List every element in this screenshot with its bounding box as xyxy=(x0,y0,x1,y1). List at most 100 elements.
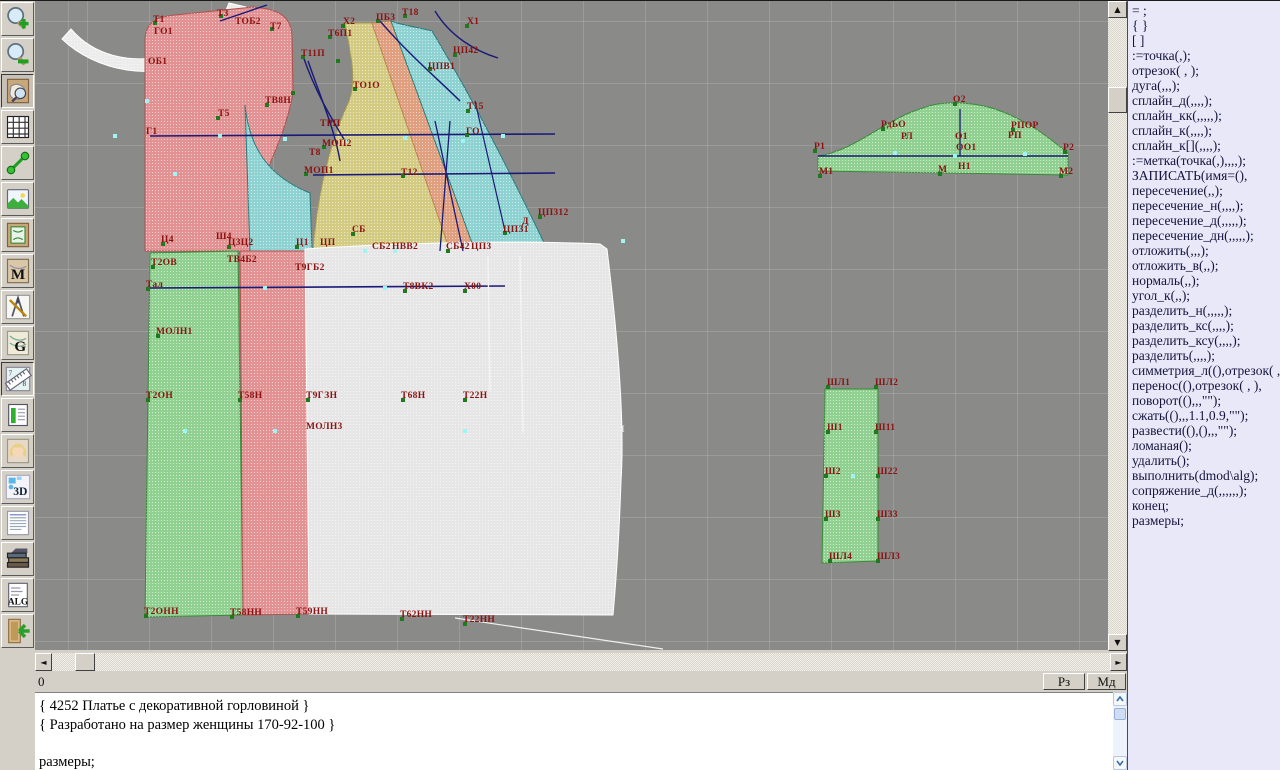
command-item[interactable]: сплайн_д(,,,,); xyxy=(1132,93,1280,108)
size-table-button[interactable] xyxy=(1,398,34,432)
zoom-out-icon xyxy=(4,41,32,69)
command-item[interactable]: сплайн_к[](,,,,); xyxy=(1132,138,1280,153)
command-item[interactable]: разделить_ксу(,,,,); xyxy=(1132,333,1280,348)
command-item[interactable]: размеры; xyxy=(1132,513,1280,528)
svg-text:Т11П: Т11П xyxy=(301,49,325,59)
command-item[interactable]: ломаная(); xyxy=(1132,438,1280,453)
command-item[interactable]: ЗАПИСАТЬ(имя=(), xyxy=(1132,168,1280,183)
svg-text:Т58Н: Т58Н xyxy=(238,391,263,401)
arrow-up-icon[interactable]: ▲ xyxy=(1108,1,1127,18)
canvas-horizontal-scrollbar[interactable]: ◄ ► xyxy=(35,653,1127,671)
command-item[interactable]: сжать((),,,1.1,0.9,""); xyxy=(1132,408,1280,423)
command-item[interactable]: отложить_в(,,); xyxy=(1132,258,1280,273)
command-item[interactable]: симметрия_л((),отрезок( , ), xyxy=(1132,363,1280,378)
pattern-m-button[interactable]: M xyxy=(1,254,34,288)
canvas-vertical-scrollbar[interactable]: ▲ ▼ xyxy=(1108,0,1127,650)
toolbar: M G87 3D ALG xyxy=(0,0,35,770)
command-item[interactable]: пересечение_н(,,,,); xyxy=(1132,198,1280,213)
code-editor[interactable]: { 4252 Платье с декоративной горловиной … xyxy=(35,692,1113,770)
svg-text:М2: М2 xyxy=(1059,167,1073,177)
pattern-g-button[interactable]: G xyxy=(1,326,34,360)
exit-button[interactable] xyxy=(1,614,34,648)
command-item[interactable]: нормаль(,,); xyxy=(1132,273,1280,288)
command-item[interactable]: :=точка(,); xyxy=(1132,48,1280,63)
command-item[interactable]: :=метка(точка(,),,,,); xyxy=(1132,153,1280,168)
arrow-down-icon[interactable] xyxy=(1113,756,1127,770)
command-item[interactable]: разделить_н(,,,,,); xyxy=(1132,303,1280,318)
rz-button[interactable]: Рз xyxy=(1043,673,1085,690)
command-item[interactable]: сопряжение_д(,,,,,,); xyxy=(1132,483,1280,498)
command-item[interactable]: сплайн_кк(,,,,,); xyxy=(1132,108,1280,123)
svg-text:Т1: Т1 xyxy=(153,15,165,25)
svg-text:Н1: Н1 xyxy=(958,162,971,172)
editor-scrollbar[interactable] xyxy=(1113,692,1127,770)
svg-text:О1: О1 xyxy=(955,132,968,142)
command-item[interactable]: пересечение_д(,,,,,); xyxy=(1132,213,1280,228)
ruler-button[interactable]: 87 xyxy=(1,362,34,396)
pattern-sheet-button[interactable] xyxy=(1,218,34,252)
arrow-down-icon[interactable]: ▼ xyxy=(1108,634,1127,651)
draw-tools-button[interactable] xyxy=(1,290,34,324)
command-item[interactable]: разделить(,,,,); xyxy=(1132,348,1280,363)
command-item[interactable]: = ; xyxy=(1132,3,1280,18)
svg-text:Ш3: Ш3 xyxy=(825,510,841,520)
svg-text:РПОР: РПОР xyxy=(1011,121,1039,131)
grid-button[interactable] xyxy=(1,110,34,144)
svg-text:Ш22: Ш22 xyxy=(877,467,898,477)
svg-text:ШЛ1: ШЛ1 xyxy=(827,378,850,388)
command-item[interactable]: конец; xyxy=(1132,498,1280,513)
command-item[interactable]: пересечение_дн(,,,,,); xyxy=(1132,228,1280,243)
alg-document-button[interactable]: ALG xyxy=(1,578,34,612)
pattern-canvas[interactable]: Т1ГО1ОБ1Т3ТОБ2Т7Т5Г1ТВ8НХ2Т6П1Т11ППБ3Т18… xyxy=(35,1,1108,650)
command-item[interactable]: выполнить(dmod\alg); xyxy=(1132,468,1280,483)
command-panel: = ;{ }[ ]:=точка(,);отрезок( , );дуга(,,… xyxy=(1127,0,1280,770)
svg-text:Ш2: Ш2 xyxy=(825,467,841,477)
command-item[interactable]: угол_к(,,); xyxy=(1132,288,1280,303)
command-item[interactable]: отложить(,,,); xyxy=(1132,243,1280,258)
image-view-button[interactable] xyxy=(1,182,34,216)
drawing-canvas[interactable]: Т1ГО1ОБ1Т3ТОБ2Т7Т5Г1ТВ8НХ2Т6П1Т11ППБ3Т18… xyxy=(35,0,1108,650)
command-item[interactable]: { } xyxy=(1132,18,1280,33)
command-item[interactable]: перенос((),отрезок( , ), xyxy=(1132,378,1280,393)
md-button[interactable]: Мд xyxy=(1087,673,1126,690)
svg-text:Т68Н: Т68Н xyxy=(401,391,426,401)
arrow-up-icon[interactable] xyxy=(1113,692,1127,706)
svg-text:ОО1: ОО1 xyxy=(956,143,976,153)
hscroll-track[interactable] xyxy=(35,653,1127,671)
command-item[interactable]: отрезок( , ); xyxy=(1132,63,1280,78)
library-books-button[interactable] xyxy=(1,542,34,576)
zoom-in-button[interactable] xyxy=(1,2,34,36)
command-item[interactable]: [ ] xyxy=(1132,33,1280,48)
measure-button[interactable] xyxy=(1,146,34,180)
arrow-right-icon[interactable]: ► xyxy=(1110,653,1127,671)
text-list-button[interactable] xyxy=(1,506,34,540)
command-item[interactable]: дуга(,,,); xyxy=(1132,78,1280,93)
svg-text:ЦП3: ЦП3 xyxy=(471,242,491,252)
pattern-sheet-icon xyxy=(4,221,32,249)
svg-text:СБ42: СБ42 xyxy=(446,242,470,252)
alg-document-icon: ALG xyxy=(4,581,32,609)
svg-text:3D: 3D xyxy=(13,485,27,498)
pattern-preview-button[interactable] xyxy=(1,74,34,108)
command-item[interactable]: разделить_кс(,,,,); xyxy=(1132,318,1280,333)
svg-text:ТО1О: ТО1О xyxy=(353,81,380,91)
svg-text:Т18: Т18 xyxy=(402,8,419,18)
svg-text:М1: М1 xyxy=(819,167,833,177)
hscroll-thumb[interactable] xyxy=(75,653,95,671)
command-item[interactable]: сплайн_к(,,,,); xyxy=(1132,123,1280,138)
pattern-m-icon: M xyxy=(4,257,32,285)
editor-scroll-thumb[interactable] xyxy=(1114,708,1126,720)
view-3d-button[interactable]: 3D xyxy=(1,470,34,504)
svg-text:Т12: Т12 xyxy=(401,168,418,178)
vscroll-thumb[interactable] xyxy=(1108,87,1127,113)
image-view-icon xyxy=(4,185,32,213)
command-item[interactable]: развести((),(),,,""); xyxy=(1132,423,1280,438)
svg-text:МОЛН1: МОЛН1 xyxy=(156,327,193,337)
command-item[interactable]: пересечение(,,); xyxy=(1132,183,1280,198)
zoom-out-button[interactable] xyxy=(1,38,34,72)
command-item[interactable]: поворот((),,,""); xyxy=(1132,393,1280,408)
command-item[interactable]: удалить(); xyxy=(1132,453,1280,468)
arrow-left-icon[interactable]: ◄ xyxy=(35,653,52,671)
svg-text:Н: Н xyxy=(617,425,625,435)
model-photo-button[interactable] xyxy=(1,434,34,468)
